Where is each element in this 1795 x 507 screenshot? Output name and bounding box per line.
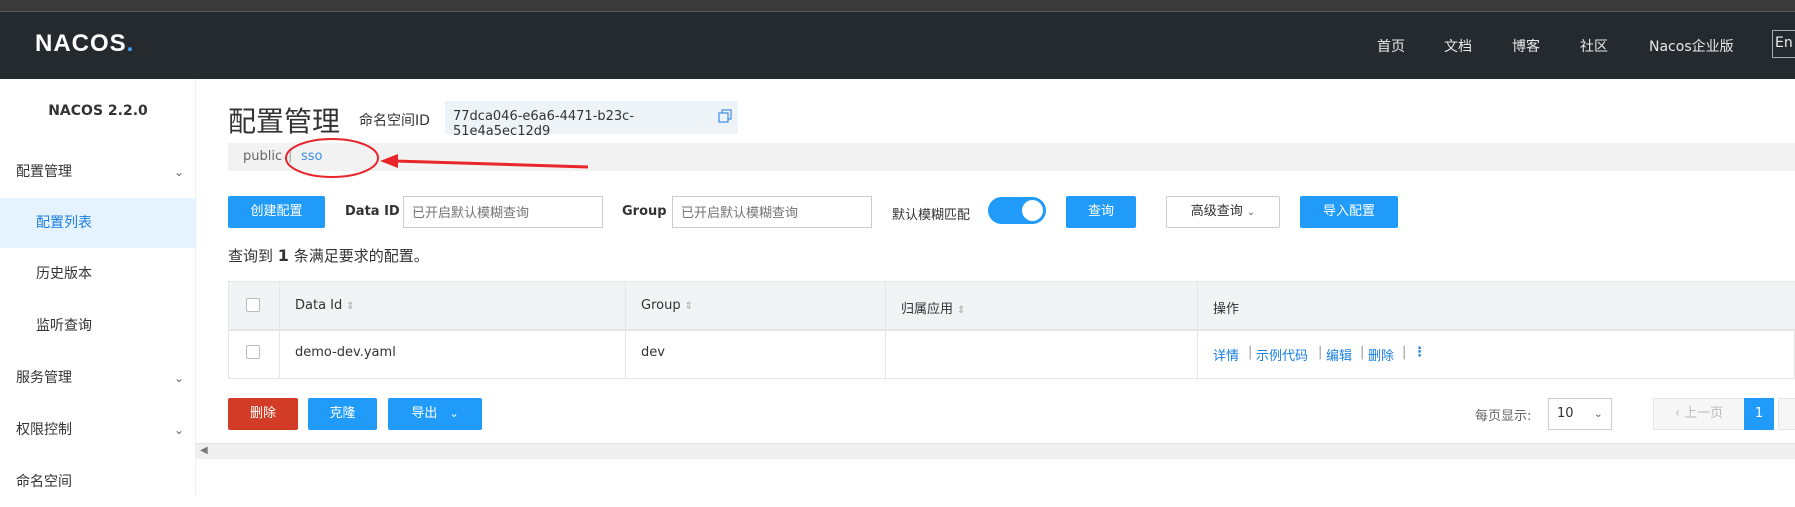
advanced-query-label: 高级查询 [1190, 204, 1243, 219]
advanced-query-button[interactable]: 高级查询 ⌄ [1166, 196, 1280, 228]
query-button[interactable]: 查询 [1066, 196, 1136, 228]
clone-button[interactable]: 克隆 [308, 398, 377, 430]
toggle-knob [1022, 200, 1043, 221]
page-size-label: 每页显示: [1475, 409, 1532, 424]
namespace-separator: | [288, 148, 293, 163]
page-size-select[interactable]: 10 ⌄ [1548, 398, 1612, 430]
column-header-group[interactable]: Group ⇕ [641, 298, 693, 313]
sidebar-group-config-management[interactable]: 配置管理 ⌄ [0, 147, 196, 197]
sidebar-group-label: 权限控制 [16, 422, 72, 438]
result-count: 1 [277, 246, 289, 265]
chevron-down-icon: ⌄ [173, 371, 184, 385]
sidebar-group-namespace[interactable]: 命名空间 [0, 457, 196, 507]
page-size-value: 10 [1557, 406, 1574, 421]
action-separator: | [1402, 345, 1407, 360]
import-config-button[interactable]: 导入配置 [1300, 196, 1398, 228]
config-table: Data Id ⇕ Group ⇕ 归属应用 ⇕ 操作 demo-dev.yaml d… [228, 281, 1795, 379]
version-label: NACOS 2.2.0 [48, 103, 148, 119]
export-button[interactable]: 导出 ⌄ [388, 398, 482, 430]
copy-icon[interactable] [718, 109, 732, 123]
data-id-input[interactable] [403, 196, 603, 228]
row-checkbox[interactable] [246, 345, 260, 359]
column-header-app[interactable]: 归属应用 ⇕ [901, 298, 965, 317]
sidebar-group-access-control[interactable]: 权限控制 ⌄ [0, 405, 196, 455]
namespace-switcher: public | sso [228, 143, 1795, 171]
create-config-button[interactable]: 创建配置 [228, 196, 325, 228]
nav-enterprise-link[interactable]: Nacos企业版 [1649, 36, 1734, 56]
cell-data-id: demo-dev.yaml [295, 345, 396, 360]
sort-icon[interactable]: ⇕ [685, 301, 693, 312]
nav-blog-link[interactable]: 博客 [1512, 36, 1540, 56]
browser-bookmark-bar [0, 0, 1795, 12]
sidebar-group-service-management[interactable]: 服务管理 ⌄ [0, 353, 196, 403]
next-page-button[interactable] [1778, 398, 1795, 430]
chevron-down-icon: ⌄ [173, 165, 184, 179]
prev-page-button[interactable]: ‹ 上一页 [1653, 398, 1745, 430]
sidebar-group-label: 服务管理 [16, 370, 72, 386]
namespace-tab-public[interactable]: public [243, 149, 282, 164]
edit-link[interactable]: 编辑 [1326, 345, 1352, 364]
chevron-down-icon: ⌄ [449, 407, 459, 420]
chevron-down-icon: ⌄ [1246, 207, 1256, 218]
detail-link[interactable]: 详情 [1213, 345, 1239, 364]
sample-code-link[interactable]: 示例代码 [1256, 345, 1308, 364]
language-switch-button[interactable]: En [1772, 30, 1795, 58]
horizontal-scrollbar[interactable]: ◀ [196, 443, 1795, 459]
column-header-actions: 操作 [1213, 302, 1240, 317]
sort-icon[interactable]: ⇕ [957, 305, 965, 316]
delete-link[interactable]: 删除 [1368, 345, 1394, 364]
sidebar-item-listener-query[interactable]: 监听查询 [0, 301, 196, 351]
batch-delete-button[interactable]: 删除 [228, 398, 298, 430]
group-input[interactable] [672, 196, 872, 228]
data-id-label: Data ID [345, 204, 400, 219]
current-page-button[interactable]: 1 [1744, 398, 1774, 430]
chevron-down-icon: ⌄ [1593, 407, 1603, 420]
query-result-summary: 查询到 1 条满足要求的配置。 [228, 245, 429, 266]
nacos-logo[interactable]: NACOS. [35, 30, 134, 58]
action-separator: | [1318, 345, 1323, 360]
page-title: 配置管理 [228, 105, 341, 138]
action-separator: | [1360, 345, 1365, 360]
result-suffix: 条满足要求的配置。 [293, 247, 429, 265]
namespace-tab-sso[interactable]: sso [301, 149, 323, 164]
namespace-id-box: 77dca046-e6a6-4471-b23c-51e4a5ec12d9 [445, 101, 738, 139]
sidebar: NACOS 2.2.0 配置管理 ⌄ 配置列表 历史版本 监听查询 服务管理 ⌄… [0, 79, 196, 495]
sidebar-group-label: 配置管理 [16, 164, 72, 180]
scroll-left-arrow-icon[interactable]: ◀ [200, 445, 208, 456]
result-prefix: 查询到 [228, 247, 274, 265]
namespace-id-label: 命名空间ID [359, 113, 430, 129]
nav-docs-link[interactable]: 文档 [1444, 36, 1472, 56]
group-label: Group [622, 204, 667, 219]
action-separator: | [1248, 345, 1253, 360]
row-divider [229, 330, 1795, 331]
sidebar-item-history[interactable]: 历史版本 [0, 249, 196, 299]
chevron-down-icon: ⌄ [173, 423, 184, 437]
select-all-checkbox[interactable] [246, 298, 260, 312]
export-label: 导出 [411, 406, 438, 421]
sort-icon[interactable]: ⇕ [346, 301, 354, 312]
column-header-data-id[interactable]: Data Id ⇕ [295, 298, 355, 313]
sidebar-group-label: 命名空间 [16, 474, 72, 490]
cell-group: dev [641, 345, 665, 360]
chevron-left-icon: ‹ [1674, 406, 1681, 421]
nav-home-link[interactable]: 首页 [1377, 36, 1405, 56]
nav-community-link[interactable]: 社区 [1580, 36, 1608, 56]
more-actions-icon[interactable]: ⋮ [1413, 345, 1426, 360]
sidebar-item-config-list[interactable]: 配置列表 [0, 198, 196, 248]
table-header [229, 282, 1795, 330]
namespace-id-value: 77dca046-e6a6-4471-b23c-51e4a5ec12d9 [453, 109, 635, 139]
fuzzy-match-label: 默认模糊匹配 [892, 208, 971, 223]
top-navigation-bar: NACOS. 首页 文档 博客 社区 Nacos企业版 En [0, 12, 1795, 79]
fuzzy-match-toggle[interactable] [988, 197, 1046, 224]
